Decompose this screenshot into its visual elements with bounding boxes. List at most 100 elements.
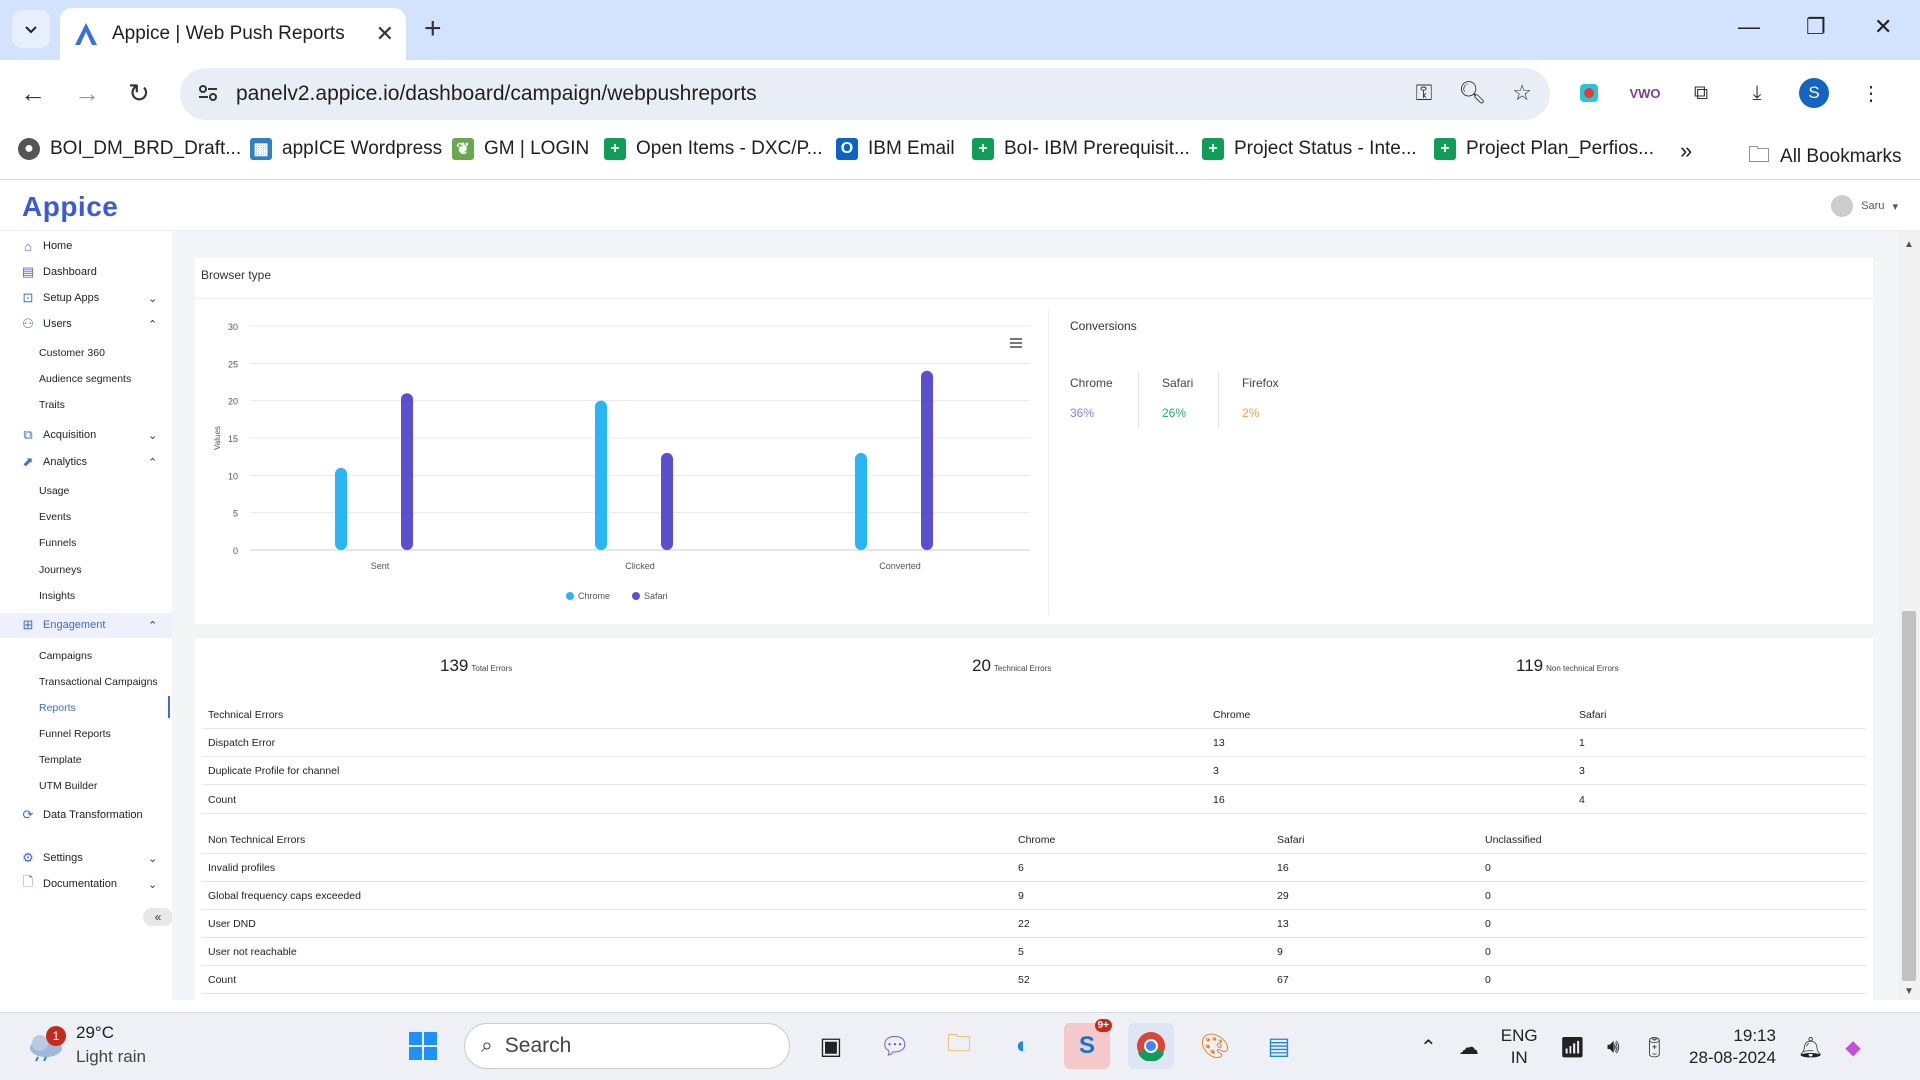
edge-browser-icon[interactable]: ◐ xyxy=(1000,1023,1046,1069)
chart-bar-chrome xyxy=(595,400,607,550)
bookmark-item[interactable]: O IBM Email xyxy=(836,138,955,160)
site-settings-icon[interactable] xyxy=(196,81,220,105)
key-icon[interactable]: ⚿ xyxy=(1416,80,1433,106)
more-menu-icon[interactable]: ⋮ xyxy=(1857,79,1885,107)
chevron-up-icon[interactable]: ⌃ xyxy=(1420,1035,1437,1060)
sheets-icon: + xyxy=(604,138,626,160)
sidebar-item-data-transformation[interactable]: ⟳ Data Transformation xyxy=(0,803,172,827)
table-cell: Invalid profiles xyxy=(208,862,276,874)
volume-icon[interactable]: 🔊︎ xyxy=(1607,1036,1620,1059)
bookmark-item[interactable]: ● BOI_DM_BRD_Draft... xyxy=(18,138,241,160)
task-view-icon[interactable]: ▣ xyxy=(808,1023,854,1069)
bookmark-item[interactable]: ▦ appICE Wordpress xyxy=(250,138,442,160)
table-header: Safari xyxy=(1579,709,1607,721)
chart-bar-safari xyxy=(921,370,933,550)
back-button[interactable]: ← xyxy=(20,78,46,109)
new-tab-button[interactable]: + xyxy=(424,12,442,46)
sidebar-sub-events[interactable]: Events xyxy=(39,511,71,523)
windows-start-icon[interactable] xyxy=(400,1023,446,1069)
restore-button[interactable]: ❐ xyxy=(1806,14,1826,40)
table-cell: Global frequency caps exceeded xyxy=(208,890,361,902)
vwo-extension-icon[interactable]: VWO xyxy=(1629,79,1660,107)
onedrive-cloud-icon[interactable]: ☁ xyxy=(1459,1035,1479,1060)
download-icon[interactable]: ⤓ xyxy=(1743,79,1771,107)
sidebar-item-settings[interactable]: ⚙ Settings ⌄ xyxy=(0,846,172,870)
close-window-button[interactable]: ✕ xyxy=(1874,14,1892,40)
sidebar-sub-journeys[interactable]: Journeys xyxy=(39,564,82,576)
sidebar-sub-utm-builder[interactable]: UTM Builder xyxy=(39,780,97,792)
page-scrollbar[interactable]: ▲ ▼ xyxy=(1898,231,1920,1000)
profile-avatar[interactable]: S xyxy=(1799,78,1829,108)
bookmark-item[interactable]: + BoI- IBM Prerequisit... xyxy=(972,138,1190,160)
image-icon: ▦ xyxy=(250,138,272,160)
zoom-icon[interactable]: 🔍︎ xyxy=(1458,80,1486,106)
bookmark-star-icon[interactable]: ☆ xyxy=(1512,80,1532,106)
sidebar-item-dashboard[interactable]: ▤ Dashboard xyxy=(0,260,172,284)
url-text[interactable]: panelv2.appice.io/dashboard/campaign/web… xyxy=(236,82,757,106)
divider xyxy=(202,756,1866,757)
appice-logo[interactable]: Appice xyxy=(22,191,118,223)
language-indicator[interactable]: ENG IN xyxy=(1501,1025,1538,1069)
record-extension-icon[interactable] xyxy=(1575,79,1603,107)
sidebar-item-users[interactable]: ⚇ Users ⌃ xyxy=(0,312,172,336)
extensions-puzzle-icon[interactable]: ⧉ xyxy=(1687,79,1715,107)
sidebar-sub-customer-360[interactable]: Customer 360 xyxy=(39,347,105,359)
scroll-thumb[interactable] xyxy=(1902,611,1916,981)
close-tab-icon[interactable]: ✕ xyxy=(376,21,394,47)
sidebar-sub-transactional-campaigns[interactable]: Transactional Campaigns xyxy=(39,676,158,688)
clock[interactable]: 19:13 28-08-2024 xyxy=(1689,1025,1776,1069)
table-cell: 9 xyxy=(1018,890,1024,902)
bookmark-item[interactable]: + Open Items - DXC/P... xyxy=(604,138,823,160)
sidebar-sub-traits[interactable]: Traits xyxy=(39,399,65,411)
browser-tab[interactable]: Appice | Web Push Reports ✕ xyxy=(60,8,406,60)
minimize-button[interactable]: — xyxy=(1738,14,1760,40)
document-icon: 🗋 xyxy=(22,874,34,889)
sidebar-item-setup-apps[interactable]: ⊡ Setup Apps ⌄ xyxy=(0,286,172,310)
bookmark-item[interactable]: ❦ GM | LOGIN xyxy=(452,138,589,160)
tab-search-button[interactable] xyxy=(12,10,50,48)
notification-bell-icon[interactable]: 🔔︎ xyxy=(1798,1035,1823,1060)
bookmark-item[interactable]: + Project Plan_Perfios... xyxy=(1434,138,1654,160)
more-bookmarks-icon[interactable]: » xyxy=(1680,138,1692,164)
weather-widget[interactable]: 1 29°C Light rain xyxy=(26,1021,146,1069)
chat-icon[interactable]: 💬︎ xyxy=(872,1023,918,1069)
bookmark-item[interactable]: + Project Status - Inte... xyxy=(1202,138,1417,160)
sidebar-sub-funnels[interactable]: Funnels xyxy=(39,537,76,549)
sidebar-sub-template[interactable]: Template xyxy=(39,754,82,766)
user-menu[interactable]: Saru ▾ xyxy=(1831,195,1898,217)
sidebar-sub-insights[interactable]: Insights xyxy=(39,590,75,602)
battery-icon[interactable]: 🔋︎ xyxy=(1642,1035,1667,1060)
sidebar-sub-campaigns[interactable]: Campaigns xyxy=(39,650,92,662)
divider xyxy=(1218,372,1219,428)
copilot-icon[interactable]: ◆ xyxy=(1845,1035,1860,1060)
chart-menu-icon[interactable] xyxy=(1010,338,1022,348)
file-explorer-icon[interactable]: 🗀 xyxy=(936,1023,982,1069)
sidebar-sub-funnel-reports[interactable]: Funnel Reports xyxy=(39,728,111,740)
sidebar-sub-usage[interactable]: Usage xyxy=(39,485,69,497)
sidebar-item-documentation[interactable]: 🗋 Documentation ⌄ xyxy=(0,872,172,896)
chrome-icon[interactable] xyxy=(1128,1023,1174,1069)
scroll-down-icon[interactable]: ▼ xyxy=(1904,986,1914,997)
taskbar-search[interactable]: ⌕ Search xyxy=(464,1023,790,1069)
sidebar-item-analytics[interactable]: ⬈ Analytics ⌃ xyxy=(0,450,172,474)
sidebar-sub-audience-segments[interactable]: Audience segments xyxy=(39,373,131,385)
scroll-up-icon[interactable]: ▲ xyxy=(1904,239,1914,250)
sidebar-sub-reports[interactable]: Reports xyxy=(39,702,76,714)
wifi-icon[interactable]: 📶︎ xyxy=(1560,1035,1585,1060)
collapse-sidebar-button[interactable]: « xyxy=(143,908,173,926)
sidebar-item-acquisition[interactable]: ⧉ Acquisition ⌄ xyxy=(0,423,172,447)
dashboard-icon: ▤ xyxy=(21,264,35,279)
reload-button[interactable]: ↻ xyxy=(128,78,150,109)
notepad-icon[interactable]: ▤ xyxy=(1256,1023,1302,1069)
gear-icon: ⚙ xyxy=(22,850,34,865)
sidebar-item-engagement[interactable]: ⊞ Engagement ⌃ xyxy=(0,613,172,637)
forward-button[interactable]: → xyxy=(74,78,100,109)
all-bookmarks[interactable]: 🗀 All Bookmarks xyxy=(1748,138,1901,176)
user-avatar xyxy=(1831,195,1854,217)
table-header: Non Technical Errors xyxy=(208,834,306,846)
skype-icon[interactable]: S 9+ xyxy=(1064,1019,1112,1069)
sidebar-item-home[interactable]: ⌂ Home xyxy=(0,234,172,258)
table-cell: 29 xyxy=(1277,890,1289,902)
paint-icon[interactable]: 🎨︎ xyxy=(1192,1023,1238,1069)
address-bar[interactable]: panelv2.appice.io/dashboard/campaign/web… xyxy=(180,68,1550,120)
